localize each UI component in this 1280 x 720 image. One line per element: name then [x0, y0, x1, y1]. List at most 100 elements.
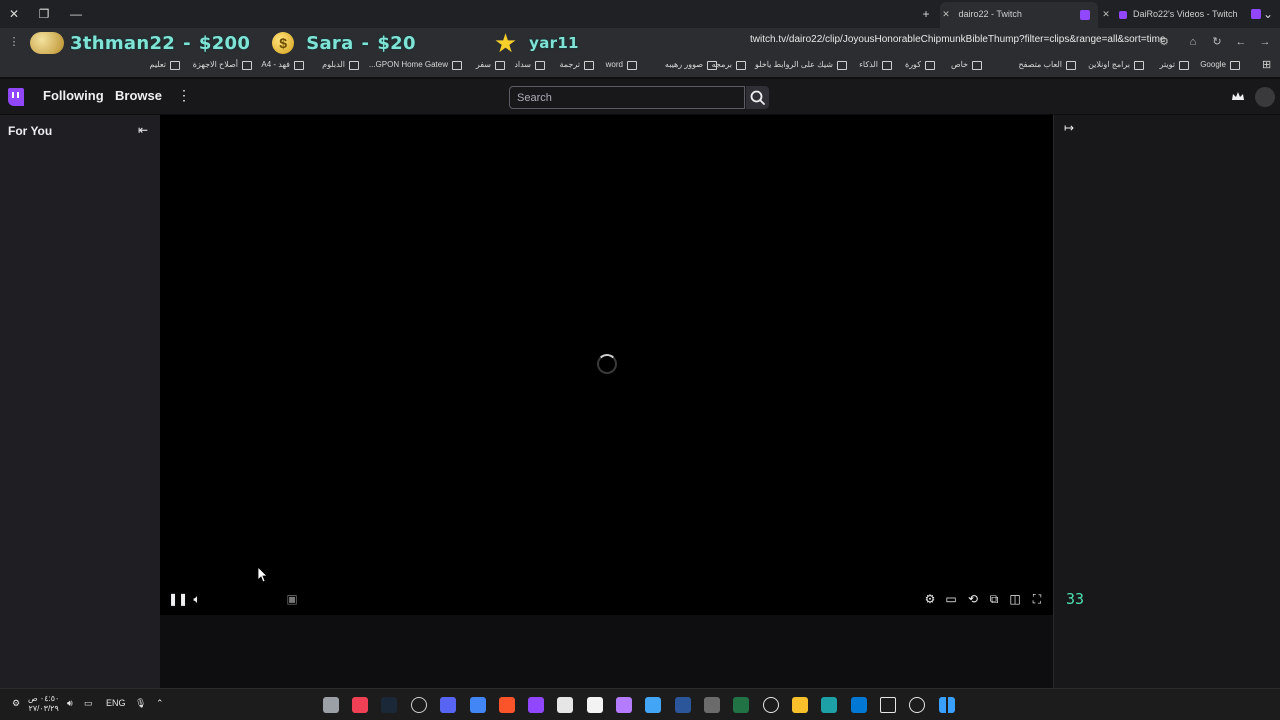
file-explorer-app-icon[interactable]: [792, 697, 808, 713]
reload-icon[interactable]: ↻: [1209, 34, 1225, 50]
bookmark-folder-icon: [495, 61, 505, 70]
bookmark-item[interactable]: صوور رهيبه: [665, 60, 703, 69]
clock-app-icon[interactable]: [411, 697, 427, 713]
bookmark-folder-icon: [627, 61, 637, 70]
bookmark-item[interactable]: فهد - A4: [261, 60, 290, 69]
language-indicator[interactable]: ENG: [106, 698, 126, 708]
bookmark-item[interactable]: العاب متصفح: [1018, 60, 1062, 69]
twitch-logo-icon[interactable]: [8, 88, 24, 106]
calculator-app-icon[interactable]: [704, 697, 720, 713]
back-icon[interactable]: ←: [1233, 34, 1249, 50]
user-avatar[interactable]: [1255, 87, 1275, 107]
bookmark-item[interactable]: برامج اونلاين: [1088, 60, 1130, 69]
theatre-mode-icon[interactable]: ▭: [943, 591, 959, 607]
video-player[interactable]: ❚❚ 🔈︎ ▣ ⚙ ▭ ⟲ ⧉ ◫ ⛶: [160, 115, 1053, 615]
address-bar[interactable]: twitch.tv/dairo22/clip/JoyousHonorableCh…: [750, 34, 1165, 45]
tune-icon[interactable]: ⚙: [1156, 34, 1172, 50]
clock-time: ٠٤:٥٠ ص: [28, 694, 60, 703]
bookmark-item[interactable]: سفر: [476, 60, 491, 69]
bookmark-folder-icon: [1230, 61, 1240, 70]
bookmark-item[interactable]: سداد: [514, 60, 531, 69]
bookmark-item[interactable]: كورة: [905, 60, 921, 69]
volume-icon[interactable]: 🔈︎: [189, 591, 205, 607]
bookmark-item[interactable]: أصلاح الاجهزة: [193, 60, 238, 69]
mouse-cursor-icon: [258, 567, 268, 583]
bookmark-item[interactable]: تعليم: [150, 60, 166, 69]
apps-grid-icon[interactable]: ⊞: [1262, 58, 1272, 71]
twitch-studio-app-icon[interactable]: [528, 697, 544, 713]
bookmark-folder-icon: [837, 61, 847, 70]
start-menu-icon[interactable]: [939, 697, 955, 713]
donation-amount-1: $200: [198, 32, 251, 54]
tab-close-icon[interactable]: ✕: [1100, 4, 1112, 24]
window-restore-icon[interactable]: ❐: [34, 4, 54, 24]
pocket-app-icon[interactable]: [352, 697, 368, 713]
browser-menu-icon[interactable]: ⋮: [6, 34, 22, 50]
home-icon[interactable]: ⌂: [1185, 34, 1201, 50]
feather-app-icon[interactable]: [616, 697, 632, 713]
excel-app-icon[interactable]: [733, 697, 749, 713]
bookmark-folder-icon: [584, 61, 594, 70]
discord-app-icon[interactable]: [440, 697, 456, 713]
clock[interactable]: ٠٤:٥٠ ص ٢٧/٠٣/٢٩: [28, 694, 59, 714]
bookmark-item[interactable]: شيك على الروابط ياخلو: [755, 60, 833, 69]
outlook-app-icon[interactable]: [851, 697, 867, 713]
tab-search-chevron-icon[interactable]: ⌄: [1258, 4, 1278, 24]
notifications-icon[interactable]: ⚙: [12, 698, 20, 709]
edge-app-icon[interactable]: [821, 697, 837, 713]
prime-crown-icon[interactable]: [1230, 89, 1246, 105]
window-close-icon[interactable]: ✕: [4, 4, 24, 24]
fullscreen-icon[interactable]: ⛶: [1029, 591, 1045, 607]
browser-tab-strip: ✕ ❐ — + ✕ dairo22 - Twitch ✕ DaiRo22's V…: [0, 0, 1280, 28]
star-icon: ★: [493, 28, 518, 58]
new-tab-button[interactable]: +: [916, 4, 936, 24]
window-minimize-icon[interactable]: —: [66, 4, 86, 24]
word-app-icon[interactable]: [675, 697, 691, 713]
microphone-icon[interactable]: 🎙︎: [135, 698, 146, 709]
chatgpt-app-icon[interactable]: [763, 697, 779, 713]
settings-app-icon[interactable]: [323, 697, 339, 713]
bookmark-item[interactable]: خاص: [951, 60, 968, 69]
tab-close-icon[interactable]: ✕: [940, 2, 952, 26]
side-nav: For You ⇤: [0, 115, 160, 688]
donation-ticker: 3thman22 - $200 $ Sara - $20 ★ yar11: [30, 30, 579, 56]
search-icon[interactable]: [909, 697, 925, 713]
chrome-app-icon[interactable]: [470, 697, 486, 713]
nav-browse[interactable]: Browse: [115, 88, 162, 103]
replay-icon[interactable]: ⟲: [965, 591, 981, 607]
bookmark-item[interactable]: GPON Home Gatew...: [369, 60, 448, 69]
bookmark-folder-icon: [972, 61, 982, 70]
bookmark-item[interactable]: Google: [1200, 60, 1226, 69]
settings-icon[interactable]: ⚙: [922, 591, 938, 607]
bookmark-item[interactable]: الدبلوم: [322, 60, 345, 69]
search-button[interactable]: [746, 86, 769, 109]
tab-dairo22-twitch[interactable]: ✕ dairo22 - Twitch: [940, 2, 1098, 28]
bookmark-item[interactable]: الذكاء: [859, 60, 878, 69]
nav-following[interactable]: Following: [43, 88, 104, 103]
bookmark-folder-icon: [882, 61, 892, 70]
windows-taskbar: ٠٤:٥٠ ص ٢٧/٠٣/٢٩ ⚙ 🔊︎ ▭ ENG 🎙︎ ⌃: [0, 688, 1280, 720]
notepad-app-icon[interactable]: [645, 697, 661, 713]
store-app-icon[interactable]: [587, 697, 603, 713]
snip-app-icon[interactable]: [557, 697, 573, 713]
steam-app-icon[interactable]: [381, 697, 397, 713]
collapse-sidebar-icon[interactable]: ⇤: [136, 123, 150, 137]
network-icon[interactable]: ▭: [84, 698, 93, 709]
brave-app-icon[interactable]: [499, 697, 515, 713]
tab-dairo22-videos[interactable]: ✕ DaiRo22's Videos - Twitch: [1100, 4, 1261, 24]
search-input[interactable]: [509, 86, 745, 109]
clip-icon[interactable]: ▣: [284, 591, 300, 607]
picture-in-picture-icon[interactable]: ⧉: [986, 591, 1002, 607]
split-view-icon[interactable]: ◫: [1007, 591, 1023, 607]
clock-date: ٢٧/٠٣/٢٩: [28, 704, 59, 713]
bookmark-item[interactable]: ترجمة: [560, 60, 581, 69]
task-view-icon[interactable]: [880, 697, 896, 713]
pause-button[interactable]: ❚❚: [168, 591, 188, 607]
bookmark-item[interactable]: word: [606, 60, 623, 69]
expand-panel-icon[interactable]: ↦: [1064, 121, 1074, 135]
bookmark-item[interactable]: تويتر: [1160, 60, 1175, 69]
speaker-icon[interactable]: 🔊︎: [67, 698, 73, 709]
more-options-icon[interactable]: ⋮: [177, 87, 191, 104]
show-hidden-icons-chevron-icon[interactable]: ⌃: [156, 698, 164, 709]
forward-icon[interactable]: →: [1257, 34, 1273, 50]
